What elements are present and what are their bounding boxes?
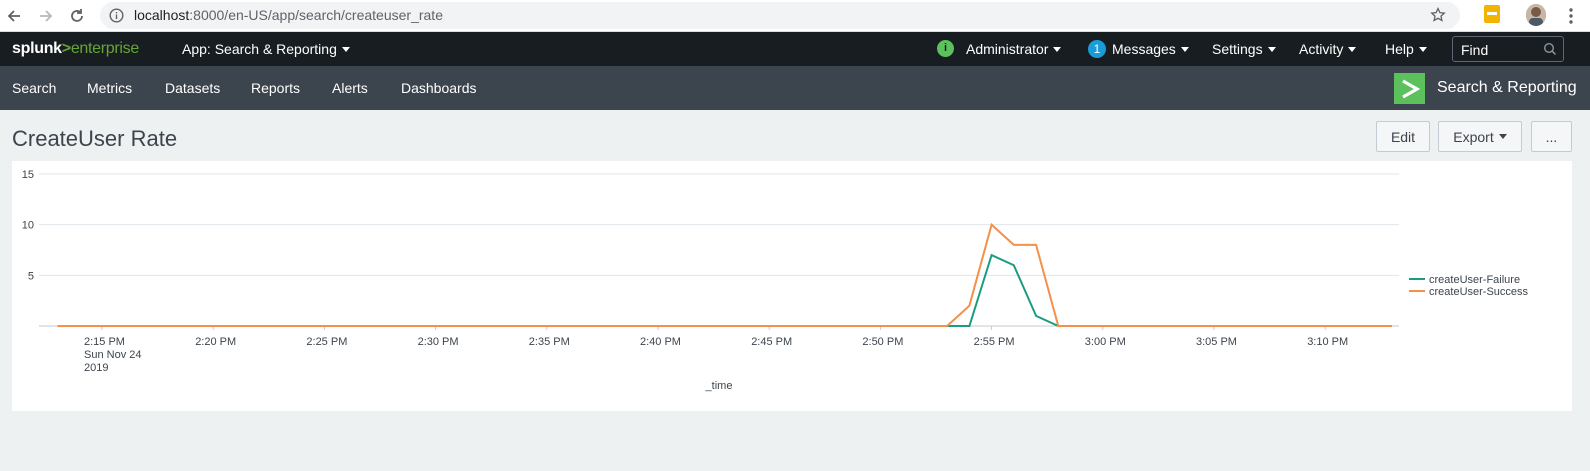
address-bar[interactable]: localhost:8000/en-US/app/search/createus… (100, 2, 1460, 29)
bookmark-star-icon[interactable] (1430, 6, 1446, 28)
user-menu-label: Administrator (966, 41, 1049, 57)
url-path: :8000/en-US/app/search/createuser_rate (189, 7, 443, 23)
extension-icon[interactable] (1484, 5, 1500, 23)
x-tick-label: 3:10 PM (1307, 336, 1348, 348)
edit-button[interactable]: Edit (1376, 121, 1430, 152)
chevron-down-icon (341, 47, 350, 52)
app-nav-bar: Search Metrics Datasets Reports Alerts D… (0, 66, 1590, 110)
x-tick-label: 3:00 PM (1085, 336, 1126, 348)
chevron-down-icon (1053, 47, 1062, 52)
health-status-icon[interactable]: i (937, 40, 954, 57)
browser-menu-icon[interactable] (1566, 6, 1576, 26)
chevron-down-icon (1348, 47, 1357, 52)
help-menu-label: Help (1385, 41, 1414, 57)
nav-dashboards[interactable]: Dashboards (401, 80, 477, 96)
x-tick-label: 2:40 PM (640, 336, 681, 348)
legend-label: createUser-Failure (1429, 274, 1520, 286)
app-logo-icon (1394, 73, 1425, 104)
export-button[interactable]: Export (1438, 121, 1522, 152)
search-icon[interactable] (1543, 42, 1557, 61)
nav-search[interactable]: Search (12, 80, 56, 96)
user-menu[interactable]: Administrator (966, 41, 1062, 57)
x-tick-label: 2:50 PM (862, 336, 903, 348)
line-chart: 5 10 15 2:15 PM 2:20 PM 2:25 PM 2:30 PM 2:35 PM… (22, 169, 1529, 392)
activity-menu-label: Activity (1299, 41, 1344, 57)
chevron-down-icon (1180, 47, 1189, 52)
find-placeholder: Find (1461, 42, 1489, 58)
x-tick-sublabel: Sun Nov 24 (84, 349, 141, 361)
nav-alerts[interactable]: Alerts (332, 80, 368, 96)
y-tick-label: 5 (28, 270, 34, 282)
x-tick-sublabel: 2019 (84, 362, 108, 374)
more-actions-label: ... (1545, 128, 1558, 145)
x-tick-label: 2:15 PM (84, 336, 125, 348)
messages-menu-label: Messages (1112, 41, 1176, 57)
app-selector-menu[interactable]: App: Search & Reporting (182, 41, 350, 57)
export-button-label: Export (1453, 128, 1494, 145)
x-tick-label: 2:20 PM (195, 336, 236, 348)
page-title: CreateUser Rate (12, 126, 178, 151)
find-input[interactable]: Find (1452, 36, 1564, 62)
chevron-down-icon (1418, 47, 1427, 52)
nav-datasets[interactable]: Datasets (165, 80, 220, 96)
url-host: localhost (134, 7, 190, 23)
profile-avatar[interactable] (1526, 4, 1546, 26)
reload-icon[interactable] (65, 4, 89, 28)
help-menu[interactable]: Help (1385, 41, 1427, 57)
x-tick-label: 3:05 PM (1196, 336, 1237, 348)
nav-metrics[interactable]: Metrics (87, 80, 132, 96)
back-icon[interactable] (2, 4, 26, 28)
chevron-down-icon (1498, 134, 1507, 139)
site-info-icon[interactable] (109, 8, 124, 28)
x-tick-label: 2:30 PM (418, 336, 459, 348)
settings-menu-label: Settings (1212, 41, 1263, 57)
y-tick-label: 10 (22, 220, 34, 232)
activity-menu[interactable]: Activity (1299, 41, 1357, 57)
url-text: localhost:8000/en-US/app/search/createus… (134, 7, 443, 23)
splunk-logo[interactable]: splunk>enterprise (12, 40, 139, 58)
logo-enterprise: enterprise (70, 40, 139, 57)
browser-toolbar: localhost:8000/en-US/app/search/createus… (0, 0, 1590, 32)
y-tick-label: 15 (22, 169, 34, 181)
forward-icon[interactable] (34, 4, 58, 28)
messages-menu[interactable]: Messages (1112, 41, 1189, 57)
chart-panel: 5 10 15 2:15 PM 2:20 PM 2:25 PM 2:30 PM 2:35 PM… (12, 161, 1572, 411)
x-tick-label: 2:45 PM (751, 336, 792, 348)
x-tick-label: 2:35 PM (529, 336, 570, 348)
app-selector-label: App: Search & Reporting (182, 41, 337, 57)
messages-count-badge[interactable]: 1 (1088, 40, 1106, 58)
edit-button-label: Edit (1390, 128, 1416, 145)
chevron-down-icon (1267, 47, 1276, 52)
logo-chevron: > (61, 40, 71, 57)
legend-label: createUser-Success (1429, 286, 1529, 298)
x-axis-label: _time (705, 380, 733, 392)
splunk-top-bar: splunk>enterprise App: Search & Reportin… (0, 32, 1590, 66)
x-tick-label: 2:25 PM (306, 336, 347, 348)
x-tick-label: 2:55 PM (974, 336, 1015, 348)
nav-reports[interactable]: Reports (251, 80, 300, 96)
logo-splunk: splunk (12, 40, 62, 57)
series-line-createUser-Failure (57, 253, 1392, 327)
app-title: Search & Reporting (1437, 79, 1577, 96)
more-actions-button[interactable]: ... (1531, 121, 1572, 152)
settings-menu[interactable]: Settings (1212, 41, 1276, 57)
